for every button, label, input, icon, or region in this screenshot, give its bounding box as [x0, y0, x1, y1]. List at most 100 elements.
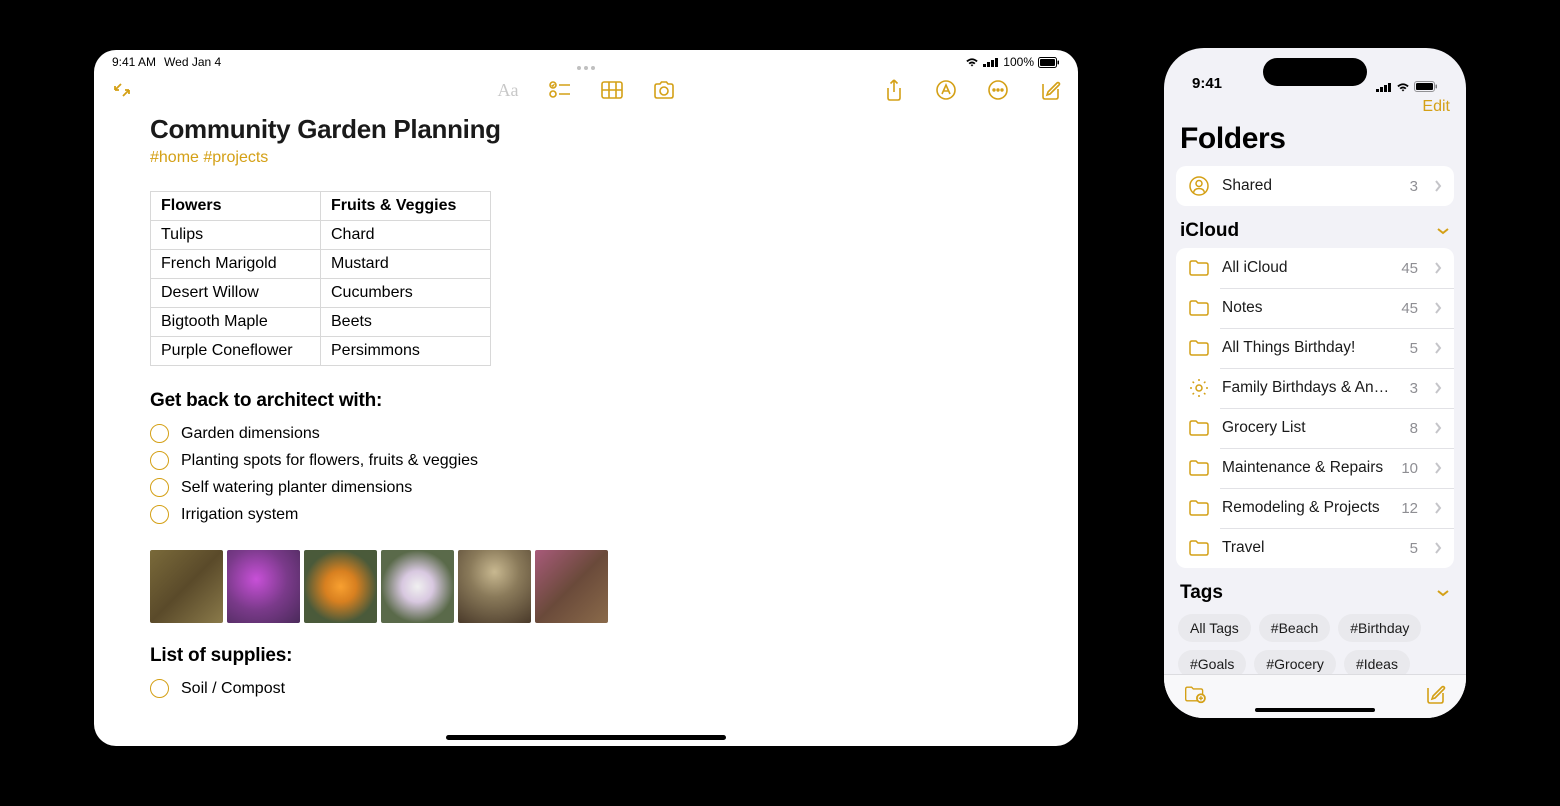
iphone-device-frame: 9:41 Edit Folders Shared 3 iCloud All iC… — [1152, 36, 1478, 730]
folder-row[interactable]: Notes45 — [1176, 288, 1454, 328]
folder-icon — [1188, 457, 1210, 479]
checkbox[interactable] — [150, 505, 169, 524]
checklist-item[interactable]: Soil / Compost — [181, 680, 285, 698]
photo-thumbnail[interactable] — [304, 550, 377, 623]
folder-row-shared[interactable]: Shared 3 — [1176, 166, 1454, 206]
tag-pill[interactable]: All Tags — [1178, 614, 1251, 642]
plant-table[interactable]: Flowers Fruits & Veggies TulipsChard Fre… — [150, 191, 491, 366]
table-cell[interactable]: Bigtooth Maple — [151, 308, 321, 337]
section-title: iCloud — [1180, 220, 1239, 242]
nav-bar: Edit — [1164, 96, 1466, 122]
folder-row[interactable]: Grocery List8 — [1176, 408, 1454, 448]
shared-section: Shared 3 — [1176, 166, 1454, 206]
multitask-grabber[interactable] — [577, 66, 595, 70]
table-cell[interactable]: Tulips — [151, 221, 321, 250]
collapse-sidebar-icon[interactable] — [110, 79, 134, 101]
checkbox[interactable] — [150, 451, 169, 470]
folder-row[interactable]: Travel5 — [1176, 528, 1454, 568]
folder-label: Remodeling & Projects — [1222, 499, 1389, 517]
status-time: 9:41 AM — [112, 55, 156, 69]
icloud-folder-list: All iCloud45Notes45All Things Birthday!5… — [1176, 248, 1454, 568]
new-folder-icon[interactable] — [1184, 683, 1206, 705]
photo-thumbnail[interactable] — [150, 550, 223, 623]
chevron-right-icon — [1434, 422, 1442, 434]
folder-row[interactable]: All Things Birthday!5 — [1176, 328, 1454, 368]
edit-button[interactable]: Edit — [1422, 98, 1450, 116]
note-subheading: List of supplies: — [150, 645, 1022, 667]
table-cell[interactable]: Chard — [321, 221, 491, 250]
folder-count: 3 — [1410, 380, 1418, 397]
wifi-icon — [965, 57, 979, 67]
status-date: Wed Jan 4 — [164, 55, 221, 69]
folder-row[interactable]: Maintenance & Repairs 10 — [1176, 448, 1454, 488]
more-icon[interactable] — [986, 79, 1010, 101]
chevron-right-icon — [1434, 262, 1442, 274]
chevron-right-icon — [1434, 302, 1442, 314]
folder-count: 45 — [1401, 260, 1418, 277]
home-indicator[interactable] — [446, 735, 726, 740]
folder-count: 5 — [1410, 540, 1418, 557]
table-cell[interactable]: Desert Willow — [151, 279, 321, 308]
smart-folder-icon — [1188, 377, 1210, 399]
camera-icon[interactable] — [652, 79, 676, 101]
folder-icon — [1188, 337, 1210, 359]
table-icon[interactable] — [600, 79, 624, 101]
table-cell[interactable]: Mustard — [321, 250, 491, 279]
battery-percent: 100% — [1003, 55, 1034, 69]
checkbox[interactable] — [150, 424, 169, 443]
folder-count: 10 — [1401, 460, 1418, 477]
checklist-item[interactable]: Planting spots for flowers, fruits & veg… — [181, 452, 478, 470]
note-toolbar: Aa — [94, 70, 1078, 110]
chevron-right-icon — [1434, 462, 1442, 474]
table-cell[interactable]: French Marigold — [151, 250, 321, 279]
checklist-item[interactable]: Self watering planter dimensions — [181, 479, 412, 497]
folder-label: Grocery List — [1222, 419, 1398, 437]
table-cell[interactable]: Cucumbers — [321, 279, 491, 308]
folder-icon — [1188, 257, 1210, 279]
folder-row[interactable]: Remodeling & Projects12 — [1176, 488, 1454, 528]
tags-header[interactable]: Tags — [1164, 568, 1466, 610]
folder-label: Maintenance & Repairs — [1222, 459, 1389, 477]
photo-thumbnail[interactable] — [381, 550, 454, 623]
table-cell[interactable]: Beets — [321, 308, 491, 337]
compose-icon[interactable] — [1038, 79, 1062, 101]
icloud-header[interactable]: iCloud — [1164, 206, 1466, 248]
folder-count: 3 — [1410, 178, 1418, 195]
table-cell[interactable]: Purple Coneflower — [151, 337, 321, 366]
dynamic-island — [1263, 58, 1367, 86]
compose-icon[interactable] — [1424, 683, 1446, 705]
table-header-cell[interactable]: Flowers — [151, 192, 321, 221]
folder-count: 5 — [1410, 340, 1418, 357]
checkbox[interactable] — [150, 679, 169, 698]
photo-thumbnail[interactable] — [458, 550, 531, 623]
folder-icon — [1188, 297, 1210, 319]
checklist-item[interactable]: Irrigation system — [181, 506, 298, 524]
folder-row[interactable]: All iCloud45 — [1176, 248, 1454, 288]
note-tags[interactable]: #home #projects — [150, 149, 1022, 167]
tag-pill[interactable]: #Beach — [1259, 614, 1330, 642]
checklist-item[interactable]: Garden dimensions — [181, 425, 320, 443]
note-title: Community Garden Planning — [150, 114, 1022, 145]
home-indicator[interactable] — [1255, 708, 1375, 712]
chevron-down-icon — [1436, 589, 1450, 597]
note-content[interactable]: Community Garden Planning #home #project… — [94, 110, 1078, 744]
photo-thumbnail[interactable] — [227, 550, 300, 623]
wifi-icon — [1396, 82, 1410, 92]
share-icon[interactable] — [882, 79, 906, 101]
photo-thumbnail[interactable] — [535, 550, 608, 623]
ipad-screen: 9:41 AM Wed Jan 4 100% Aa — [94, 50, 1078, 746]
table-cell[interactable]: Persimmons — [321, 337, 491, 366]
tag-pill[interactable]: #Birthday — [1338, 614, 1421, 642]
chevron-right-icon — [1434, 180, 1442, 192]
folder-label: Family Birthdays & Anniversaries — [1222, 379, 1398, 397]
checklist-icon[interactable] — [548, 79, 572, 101]
cellular-icon — [983, 57, 999, 67]
folder-icon — [1188, 417, 1210, 439]
checklist: Garden dimensions Planting spots for flo… — [150, 420, 1022, 528]
markup-icon[interactable] — [934, 79, 958, 101]
table-header-cell[interactable]: Fruits & Veggies — [321, 192, 491, 221]
text-format-icon[interactable]: Aa — [496, 79, 520, 101]
folder-row[interactable]: Family Birthdays & Anniversaries 3 — [1176, 368, 1454, 408]
ipad-device-frame: 9:41 AM Wed Jan 4 100% Aa — [62, 18, 1110, 778]
checkbox[interactable] — [150, 478, 169, 497]
